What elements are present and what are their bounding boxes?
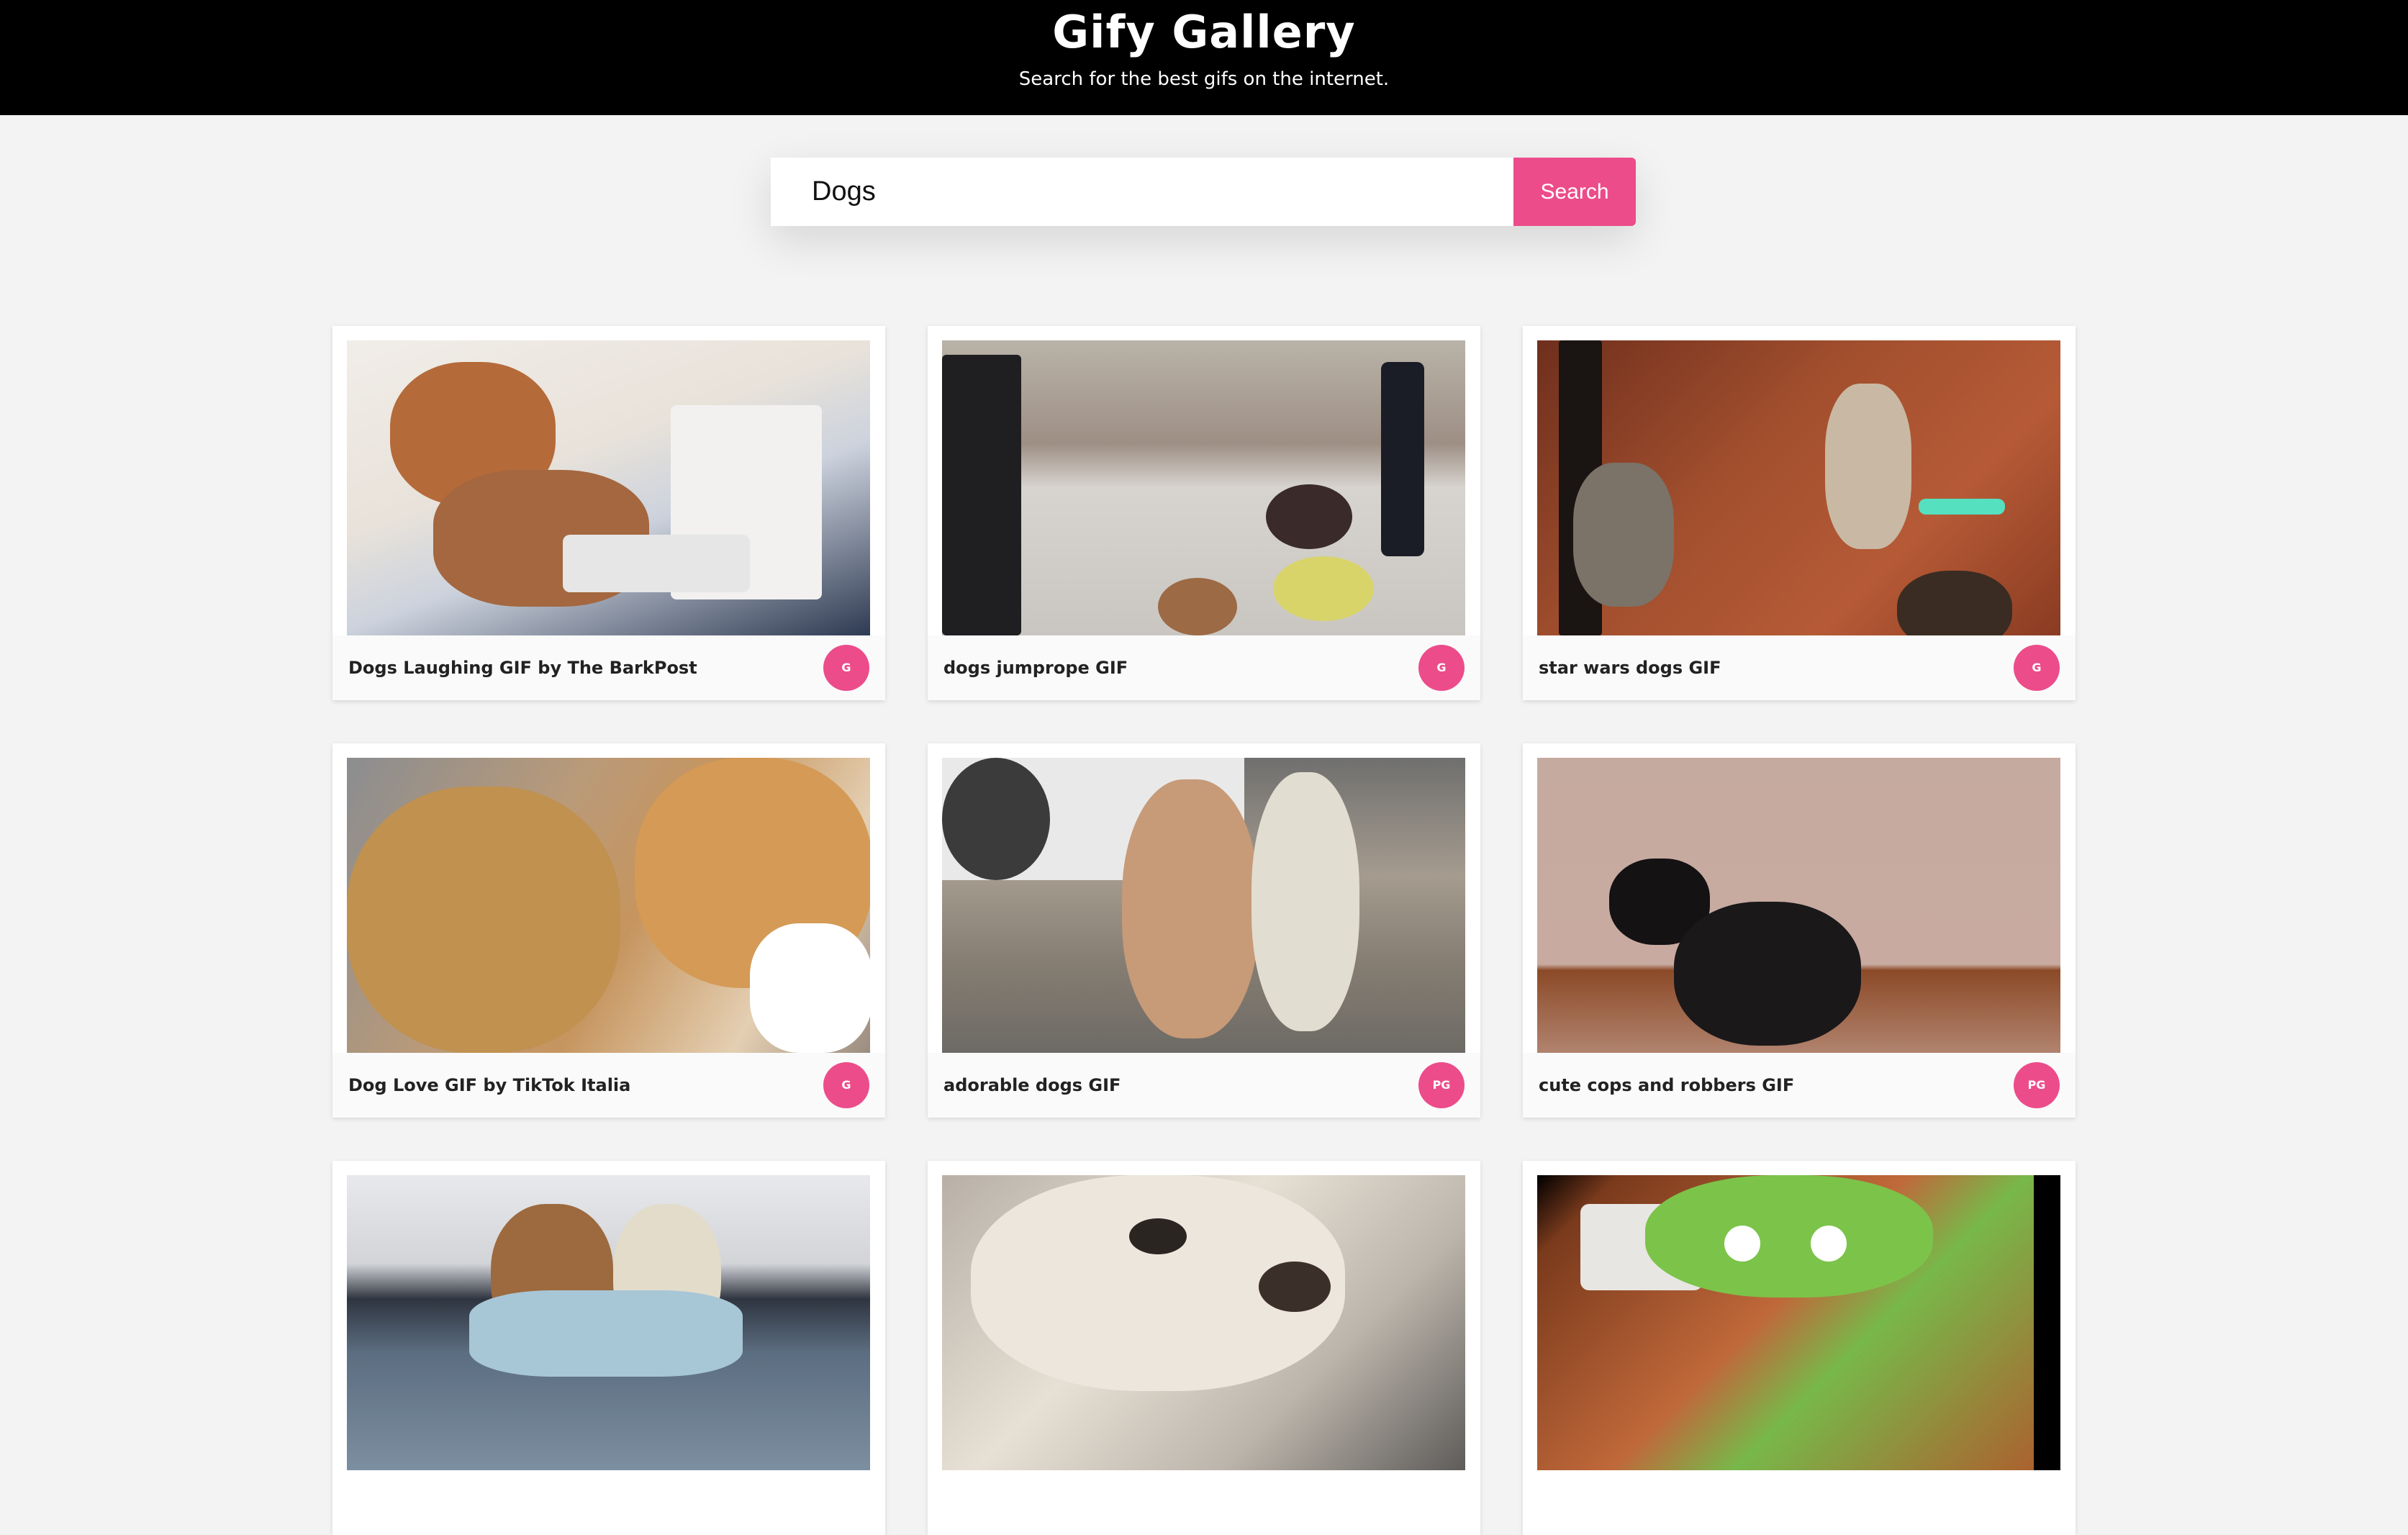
rating-badge: G <box>1418 645 1465 691</box>
gif-card-footer: Dog Love GIF by TikTok Italia G <box>332 1053 885 1118</box>
gif-card[interactable]: star wars dogs GIF G <box>1523 326 2076 700</box>
gif-card[interactable] <box>332 1161 885 1535</box>
gif-card-footer: Dogs Laughing GIF by The BarkPost G <box>332 635 885 700</box>
gif-card-footer: adorable dogs GIF PG <box>928 1053 1480 1118</box>
gif-caption: Dog Love GIF by TikTok Italia <box>348 1075 631 1095</box>
rating-badge: G <box>2014 645 2060 691</box>
gif-thumbnail[interactable] <box>942 758 1465 1053</box>
gif-thumbnail[interactable] <box>347 1175 870 1470</box>
gif-card[interactable]: dogs jumprope GIF G <box>928 326 1480 700</box>
search-bar: Search <box>771 158 1636 226</box>
gif-caption: Dogs Laughing GIF by The BarkPost <box>348 658 697 678</box>
search-input[interactable] <box>771 158 1513 226</box>
app-header: Gify Gallery Search for the best gifs on… <box>0 0 2408 115</box>
gif-card-footer: dogs jumprope GIF G <box>928 635 1480 700</box>
gif-card[interactable]: cute cops and robbers GIF PG <box>1523 743 2076 1118</box>
gif-caption: dogs jumprope GIF <box>943 658 1128 678</box>
gif-thumbnail[interactable] <box>942 340 1465 635</box>
gif-thumbnail[interactable] <box>1537 1175 2060 1470</box>
gif-card[interactable]: adorable dogs GIF PG <box>928 743 1480 1118</box>
rating-badge: G <box>823 1062 869 1108</box>
page-title: Gify Gallery <box>1052 6 1356 58</box>
rating-badge: PG <box>2014 1062 2060 1108</box>
gif-thumbnail[interactable] <box>347 340 870 635</box>
rating-badge: PG <box>1418 1062 1465 1108</box>
gif-thumbnail[interactable] <box>942 1175 1465 1470</box>
gif-caption: star wars dogs GIF <box>1539 658 1721 678</box>
gif-card[interactable] <box>1523 1161 2076 1535</box>
gif-card[interactable]: Dogs Laughing GIF by The BarkPost G <box>332 326 885 700</box>
gif-card[interactable]: Dog Love GIF by TikTok Italia G <box>332 743 885 1118</box>
rating-badge: G <box>823 645 869 691</box>
gif-caption: adorable dogs GIF <box>943 1075 1121 1095</box>
search-button[interactable]: Search <box>1513 158 1636 226</box>
gif-caption: cute cops and robbers GIF <box>1539 1075 1795 1095</box>
gif-card-footer: cute cops and robbers GIF PG <box>1523 1053 2076 1118</box>
gif-thumbnail[interactable] <box>1537 758 2060 1053</box>
gif-card-footer: star wars dogs GIF G <box>1523 635 2076 700</box>
gif-thumbnail[interactable] <box>347 758 870 1053</box>
page-subtitle: Search for the best gifs on the internet… <box>1018 68 1390 90</box>
gif-card[interactable] <box>928 1161 1480 1535</box>
gif-thumbnail[interactable] <box>1537 340 2060 635</box>
